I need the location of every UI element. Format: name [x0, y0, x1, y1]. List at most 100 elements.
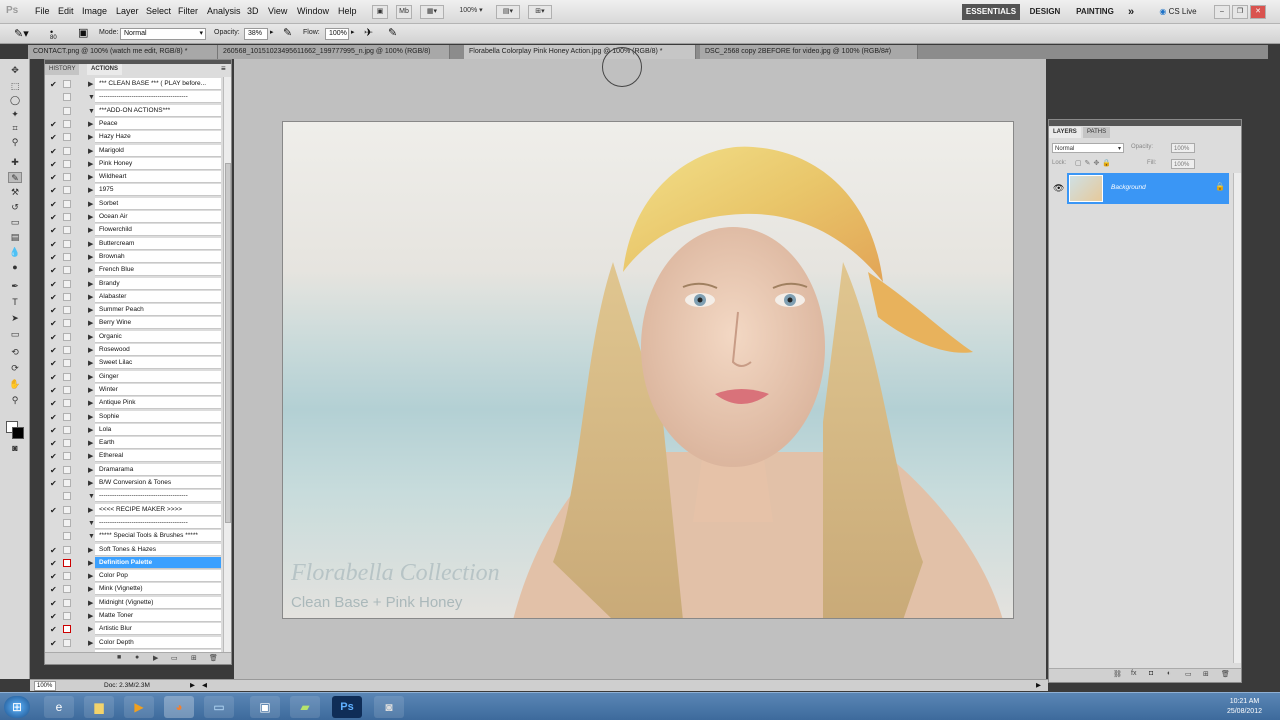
hand-tool-icon[interactable]: ✋ [8, 379, 22, 390]
foreground-color-swatch[interactable] [12, 427, 24, 439]
action-checkbox[interactable]: ✔ [50, 373, 58, 382]
extras-icon[interactable]: ▦▾ [420, 5, 444, 19]
action-row[interactable]: ✔ ▶ Lola [45, 423, 231, 437]
collapse-triangle-icon[interactable]: ▶ [88, 119, 93, 130]
pressure-size-icon[interactable]: ✎ [388, 26, 397, 39]
dialog-toggle[interactable] [63, 465, 71, 474]
action-checkbox[interactable]: ✔ [50, 399, 58, 408]
action-checkbox[interactable]: ✔ [50, 226, 58, 235]
collapse-triangle-icon[interactable]: ▶ [88, 478, 93, 489]
dodge-tool-icon[interactable]: ● [8, 262, 22, 273]
action-checkbox[interactable]: ✔ [50, 506, 58, 515]
explorer-icon[interactable]: ▆ [84, 696, 114, 718]
action-checkbox[interactable]: ✔ [50, 426, 58, 435]
menu-window[interactable]: Window [297, 6, 329, 16]
dialog-toggle[interactable] [63, 545, 71, 554]
action-row[interactable]: ✔ ▶ Sorbet [45, 197, 231, 211]
action-row[interactable]: ✔ ▶ Peace [45, 117, 231, 131]
link-layers-icon[interactable]: ⛓ [1113, 670, 1122, 678]
action-checkbox[interactable]: ✔ [50, 612, 58, 621]
collapse-triangle-icon[interactable]: ▶ [88, 185, 93, 196]
action-row[interactable]: ✔ ▶ Sweet Lilac [45, 357, 231, 370]
dialog-toggle[interactable] [63, 80, 71, 88]
restore-icon[interactable]: ❐ [1232, 5, 1248, 19]
notes-icon[interactable]: ▰ [290, 696, 320, 718]
layer-opacity-input[interactable]: 100% [1171, 143, 1195, 153]
action-row[interactable]: ✔ ▶ Winter [45, 383, 231, 397]
group-icon[interactable]: ▭ [1185, 670, 1192, 678]
marquee-tool-icon[interactable]: ⬚ [8, 81, 22, 92]
collapse-triangle-icon[interactable]: ▶ [88, 412, 93, 423]
action-row[interactable]: ✔ ▶ *** CLEAN BASE *** ( PLAY before... [45, 78, 231, 91]
action-checkbox[interactable]: ✔ [50, 160, 58, 169]
collapse-triangle-icon[interactable]: ▶ [88, 558, 93, 569]
action-row[interactable]: ✔ ▶ Brandy [45, 277, 231, 291]
dialog-toggle[interactable] [63, 425, 71, 434]
quick-select-icon[interactable]: ✦ [8, 109, 22, 120]
action-row[interactable]: ✔ ▶ Summer Peach [45, 304, 231, 317]
collapse-triangle-icon[interactable]: ▶ [88, 624, 93, 635]
document-image[interactable]: Florabella Collection Clean Base + Pink … [282, 121, 1014, 619]
trash-icon[interactable]: 🗑 [1221, 670, 1230, 678]
menu-3d[interactable]: 3D [247, 6, 259, 16]
collapse-triangle-icon[interactable]: ▶ [88, 451, 93, 462]
collapse-triangle-icon[interactable]: ▶ [88, 398, 93, 409]
collapse-triangle-icon[interactable]: ▶ [88, 172, 93, 183]
tab-layers[interactable]: LAYERS [1049, 127, 1081, 138]
action-checkbox[interactable]: ✔ [50, 346, 58, 355]
dialog-toggle[interactable] [63, 239, 71, 248]
layer-mask-icon[interactable]: ◘ [1149, 670, 1153, 677]
collapse-triangle-icon[interactable]: ▶ [88, 505, 93, 516]
action-row[interactable]: ✔ ▶ French Blue [45, 264, 231, 277]
collapse-triangle-icon[interactable]: ▶ [88, 598, 93, 609]
dialog-toggle[interactable] [63, 266, 71, 275]
collapse-triangle-icon[interactable]: ▶ [88, 372, 93, 383]
dialog-toggle[interactable] [63, 199, 71, 208]
action-checkbox[interactable]: ✔ [50, 147, 58, 156]
dialog-toggle[interactable] [63, 638, 71, 647]
collapse-triangle-icon[interactable]: ▶ [88, 79, 93, 90]
dialog-toggle[interactable] [63, 279, 71, 288]
opacity-input[interactable]: 38% [244, 28, 268, 40]
dialog-toggle[interactable] [63, 399, 71, 408]
dialog-toggle[interactable] [63, 119, 71, 128]
airbrush-icon[interactable]: ✈ [364, 26, 373, 39]
dialog-toggle[interactable] [63, 226, 71, 235]
flow-input[interactable]: 100% [325, 28, 349, 40]
collapse-triangle-icon[interactable]: ▶ [88, 438, 93, 449]
quick-mask-icon[interactable]: ◙ [8, 443, 22, 454]
action-checkbox[interactable]: ✔ [50, 585, 58, 594]
action-checkbox[interactable]: ✔ [50, 200, 58, 209]
action-checkbox[interactable]: ✔ [50, 306, 58, 315]
expand-triangle-icon[interactable]: ▼ [88, 531, 95, 542]
action-row[interactable]: ✔ ▶ Color Pop [45, 570, 231, 583]
action-row[interactable]: ✔ ▶ Rosewood [45, 344, 231, 357]
action-checkbox[interactable]: ✔ [50, 80, 58, 89]
action-row[interactable]: ✔ ▶ Wildheart [45, 171, 231, 184]
clone-stamp-icon[interactable]: ⚒ [8, 187, 22, 198]
collapse-triangle-icon[interactable]: ▶ [88, 292, 93, 303]
scroll-right-icon[interactable]: ▶ [1036, 680, 1041, 691]
action-checkbox[interactable]: ✔ [50, 280, 58, 289]
dialog-toggle[interactable] [63, 252, 71, 261]
action-checkbox[interactable]: ✔ [50, 452, 58, 461]
dialog-toggle[interactable] [63, 372, 71, 381]
collapse-triangle-icon[interactable]: ▶ [88, 159, 93, 170]
dialog-toggle[interactable] [63, 439, 71, 448]
scrollbar-thumb[interactable] [225, 163, 231, 523]
tab-dsc-2568[interactable]: DSC_2568 copy 2BEFORE for video.jpg @ 10… [700, 45, 918, 59]
3d-orbit-icon[interactable]: ⟳ [8, 363, 22, 374]
status-zoom[interactable]: 100% [34, 681, 56, 691]
menu-image[interactable]: Image [82, 6, 107, 16]
action-checkbox[interactable]: ✔ [50, 625, 58, 634]
status-menu-icon[interactable]: ▶ [190, 680, 195, 691]
menu-file[interactable]: File [35, 6, 50, 16]
action-row[interactable]: ▼ ***** Special Tools & Brushes ***** [45, 530, 231, 543]
action-row[interactable]: ✔ ▶ Ocean Air [45, 211, 231, 224]
blur-tool-icon[interactable]: 💧 [8, 247, 22, 258]
collapse-triangle-icon[interactable]: ▶ [88, 239, 93, 250]
dialog-toggle[interactable] [63, 319, 71, 328]
screen-mode-icon[interactable]: ⊞▾ [528, 5, 552, 19]
action-row[interactable]: ✔ ▶ Color Depth [45, 636, 231, 650]
action-checkbox[interactable]: ✔ [50, 186, 58, 195]
